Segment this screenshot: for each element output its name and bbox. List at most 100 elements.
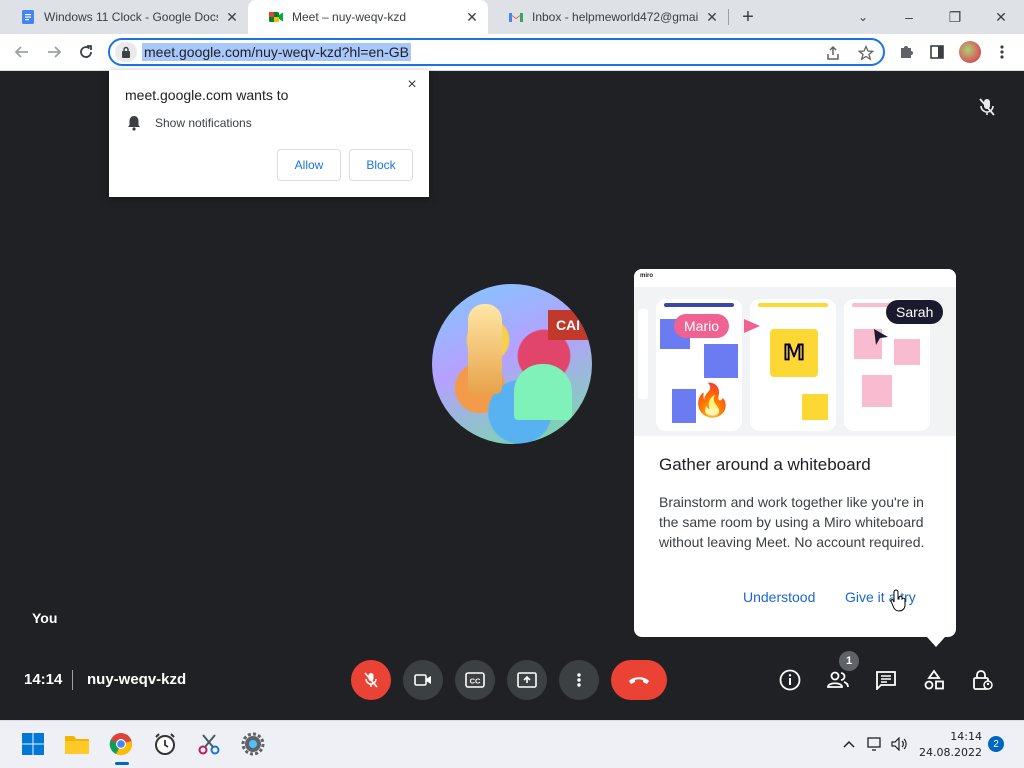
taskbar-time: 14:14 — [950, 730, 982, 743]
browser-tab-strip: Windows 11 Clock - Google Docs ✕ Meet – … — [0, 0, 1024, 34]
meeting-clock: 14:14 — [24, 671, 63, 688]
gmail-icon — [509, 13, 523, 22]
fire-icon: 🔥 — [692, 382, 732, 418]
chevron-up-icon[interactable] — [840, 735, 858, 753]
address-bar[interactable]: meet.google.com/nuy-weqv-kzd?hl=en-GB — [108, 38, 885, 66]
network-icon[interactable] — [866, 735, 884, 753]
mic-off-icon — [364, 672, 378, 688]
taskbar-date: 24.08.2022 — [919, 746, 982, 759]
share-icon[interactable] — [823, 43, 843, 63]
hang-up-icon — [629, 677, 649, 684]
more-vert-icon — [577, 673, 581, 687]
volume-icon[interactable] — [891, 735, 909, 753]
sticky-note — [704, 344, 738, 378]
tab-search-chevron-icon[interactable]: ⌄ — [840, 0, 886, 34]
allow-button[interactable]: Allow — [277, 149, 341, 181]
browser-toolbar: meet.google.com/nuy-weqv-kzd?hl=en-GB — [0, 34, 1024, 71]
cursor-pointer-icon — [744, 319, 760, 333]
snipping-tool-app[interactable] — [196, 731, 222, 757]
lock-person-icon — [973, 670, 993, 690]
tab-title: Meet – nuy-weqv-kzd — [292, 10, 407, 24]
mic-off-icon — [979, 98, 995, 116]
people-button[interactable] — [826, 668, 850, 692]
block-button[interactable]: Block — [349, 149, 413, 181]
leave-call-button[interactable] — [611, 660, 667, 700]
bookmark-star-icon[interactable] — [856, 43, 876, 63]
alarm-clock-icon — [155, 733, 175, 755]
tab-close-icon[interactable]: ✕ — [464, 9, 480, 25]
divider — [72, 670, 73, 690]
folder-icon — [65, 736, 89, 754]
taskbar-clock[interactable]: 14:14 24.08.2022 — [919, 729, 982, 761]
sticky-note — [802, 394, 828, 420]
sticky-note — [862, 375, 892, 407]
tab-title: Inbox - helpmeworld472@gmail.c — [532, 10, 698, 24]
tab-close-icon[interactable]: ✕ — [704, 9, 720, 25]
chrome-app[interactable] — [108, 731, 134, 757]
tab-close-icon[interactable]: ✕ — [224, 9, 240, 25]
more-options-button[interactable] — [559, 660, 599, 700]
card-body: Brainstorm and work together like you're… — [659, 494, 925, 550]
miro-preview-image: miro 🔥 𝕄 Mario Sarah — [634, 269, 956, 436]
tab-google-docs[interactable]: Windows 11 Clock - Google Docs ✕ — [0, 0, 248, 34]
extensions-puzzle-icon[interactable] — [895, 41, 917, 63]
self-name-label: You — [32, 610, 58, 626]
collaborator-tag-sarah: Sarah — [886, 300, 944, 324]
chat-icon — [876, 671, 896, 690]
side-panel-icon[interactable] — [926, 41, 948, 63]
close-icon[interactable]: × — [403, 76, 421, 94]
settings-app[interactable] — [240, 731, 266, 757]
forward-button[interactable] — [42, 40, 66, 64]
present-screen-icon — [517, 672, 537, 688]
url-text[interactable]: meet.google.com/nuy-weqv-kzd?hl=en-GB — [142, 43, 411, 61]
host-controls-button[interactable] — [970, 668, 994, 692]
clock-app[interactable] — [152, 731, 178, 757]
reload-button[interactable] — [74, 40, 98, 64]
profile-avatar[interactable] — [959, 41, 981, 63]
active-app-indicator — [115, 762, 129, 765]
understood-button[interactable]: Understood — [743, 585, 815, 609]
prompt-title: meet.google.com wants to — [125, 87, 289, 103]
collaborator-tag-mario: Mario — [674, 314, 730, 338]
permission-row: Show notifications — [127, 115, 252, 131]
restore-button[interactable]: ❐ — [932, 0, 978, 34]
minimize-button[interactable]: – — [886, 0, 932, 34]
google-docs-icon — [22, 10, 34, 24]
frame-topline — [664, 303, 734, 307]
mic-toggle-button[interactable] — [351, 660, 391, 700]
tab-separator — [728, 9, 729, 25]
start-button[interactable] — [20, 731, 46, 757]
present-screen-button[interactable] — [507, 660, 547, 700]
tab-gmail[interactable]: Inbox - helpmeworld472@gmail.c ✕ — [488, 0, 728, 34]
camera-toggle-button[interactable] — [403, 660, 443, 700]
whiteboard-frame: 𝕄 — [750, 299, 836, 431]
chat-button[interactable] — [874, 668, 898, 692]
info-icon — [779, 669, 801, 691]
activities-button[interactable] — [922, 668, 946, 692]
meeting-details-button[interactable] — [778, 668, 802, 692]
miro-whiteboard-card: miro 🔥 𝕄 Mario Sarah Gather around a whi… — [634, 269, 956, 647]
tab-title: Windows 11 Clock - Google Docs — [44, 10, 218, 24]
arrow-left-icon — [14, 46, 28, 58]
site-info-button[interactable] — [115, 42, 137, 62]
hand-cursor-icon — [890, 589, 906, 612]
card-title: Gather around a whiteboard — [659, 455, 871, 474]
file-explorer-app[interactable] — [64, 731, 90, 757]
captions-icon: CC — [465, 672, 485, 688]
tile-decoration — [514, 364, 572, 420]
people-icon — [827, 671, 849, 688]
participant-count-badge: 1 — [839, 651, 859, 671]
new-tab-button[interactable]: + — [737, 6, 759, 28]
back-button[interactable] — [10, 40, 34, 64]
more-menu-icon[interactable] — [991, 41, 1013, 63]
windows-logo-icon — [22, 733, 44, 755]
tab-meet[interactable]: Meet – nuy-weqv-kzd ✕ — [248, 0, 488, 34]
close-window-button[interactable]: ✕ — [978, 0, 1024, 34]
permission-label: Show notifications — [155, 116, 252, 130]
windows-taskbar: 14:14 24.08.2022 — [0, 720, 1024, 768]
notification-count-badge[interactable]: 2 — [988, 736, 1004, 752]
captions-button[interactable]: CC — [455, 660, 495, 700]
cursor-pointer-icon — [874, 329, 888, 345]
reload-icon — [80, 45, 92, 58]
miro-toolbar: miro — [634, 269, 956, 287]
